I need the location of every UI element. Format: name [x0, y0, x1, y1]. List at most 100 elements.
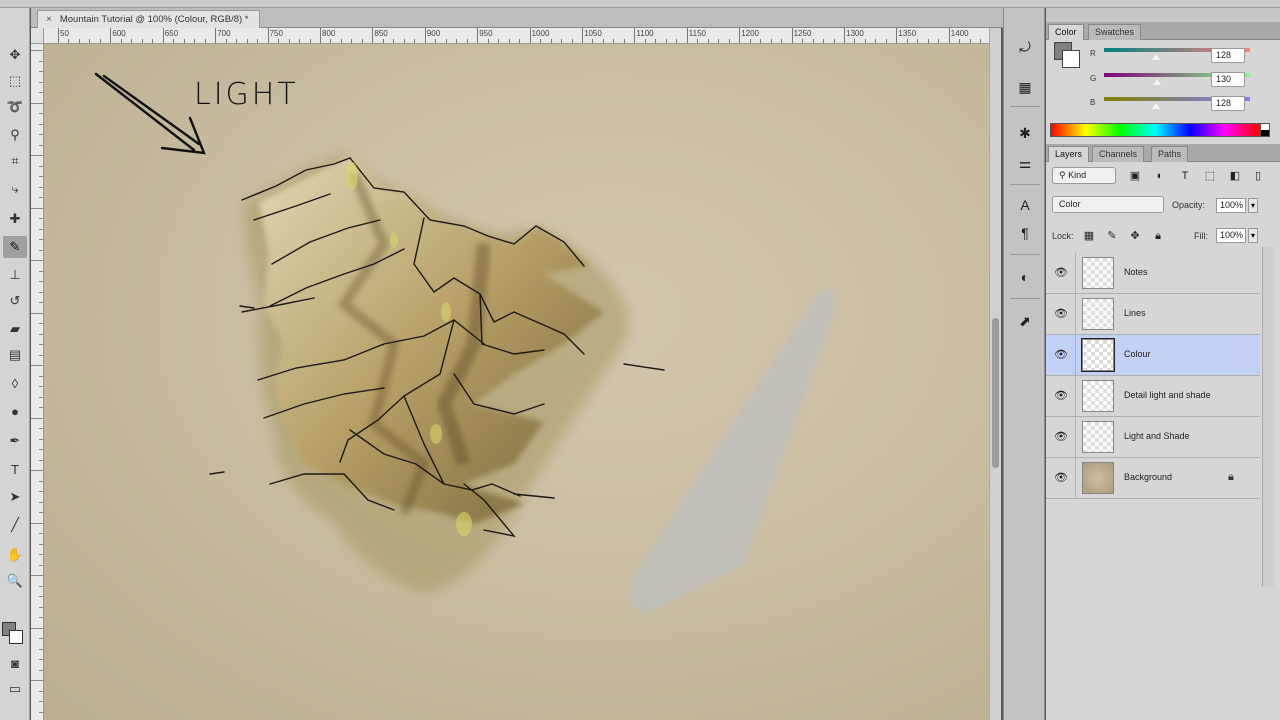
blue-label: B — [1090, 98, 1096, 107]
pen-tool-icon[interactable]: ✒ — [3, 430, 27, 452]
layer-thumbnail[interactable] — [1082, 257, 1114, 289]
layer-row[interactable]: 👁︎ Detail light and shade — [1046, 376, 1260, 417]
healing-brush-tool-icon[interactable]: ✚ — [3, 208, 27, 230]
crop-tool-icon[interactable]: ⌗ — [3, 150, 27, 172]
swatches-dock-icon[interactable]: ▦ — [1013, 76, 1037, 98]
scrollbar-thumb[interactable] — [992, 318, 999, 468]
layers-scrollbar[interactable] — [1262, 247, 1274, 587]
visibility-eye-icon[interactable]: 👁︎ — [1054, 389, 1068, 403]
visibility-column-divider — [1075, 253, 1076, 294]
layer-row[interactable]: 👁︎ Light and Shade — [1046, 417, 1260, 458]
color-panel-background[interactable] — [1062, 50, 1080, 68]
screen-mode-icon[interactable]: ▭ — [3, 678, 27, 700]
red-value-field[interactable]: 128 — [1211, 48, 1245, 63]
layer-name[interactable]: Detail light and shade — [1124, 390, 1211, 400]
tab-swatches[interactable]: Swatches — [1088, 24, 1142, 40]
blue-slider-thumb[interactable] — [1152, 103, 1160, 109]
tab-layers[interactable]: Layers — [1048, 146, 1090, 162]
lock-transparency-icon[interactable]: ▦ — [1082, 229, 1096, 243]
layer-name[interactable]: Lines — [1124, 308, 1146, 318]
layer-thumbnail[interactable] — [1082, 380, 1114, 412]
ruler-tick — [31, 207, 43, 209]
fill-dropdown-icon[interactable]: ▾ — [1248, 228, 1258, 243]
styles-icon[interactable]: ◐ — [1013, 266, 1037, 288]
eraser-tool-icon[interactable]: ▰ — [3, 318, 27, 340]
gradient-tool-icon[interactable]: ▤ — [3, 344, 27, 366]
green-value-field[interactable]: 130 — [1211, 72, 1245, 87]
opacity-field[interactable]: 100% — [1216, 198, 1246, 213]
opacity-dropdown-icon[interactable]: ▾ — [1248, 198, 1258, 213]
visibility-eye-icon[interactable]: 👁︎ — [1054, 348, 1068, 362]
smart-object-filter-icon[interactable]: ◧ — [1228, 169, 1242, 183]
document-canvas[interactable]: LIGHT — [44, 44, 989, 720]
layer-row[interactable]: 👁︎ Notes — [1046, 253, 1260, 294]
paragraph-panel-icon[interactable]: ¶ — [1013, 222, 1037, 244]
move-tool-icon[interactable]: ✥ — [3, 44, 27, 66]
lock-position-icon[interactable]: ✥ — [1128, 229, 1142, 243]
color-spectrum-ramp[interactable] — [1050, 123, 1260, 137]
shape-filter-icon[interactable]: ⬚ — [1203, 169, 1217, 183]
layer-name[interactable]: Colour — [1124, 349, 1151, 359]
black-white-ramp[interactable] — [1260, 123, 1270, 137]
visibility-eye-icon[interactable]: 👁︎ — [1054, 266, 1068, 280]
document-tab[interactable]: × Mountain Tutorial @ 100% (Colour, RGB/… — [37, 10, 260, 28]
adjustments-icon[interactable]: ⚌ — [1013, 152, 1037, 174]
type-tool-icon[interactable]: T — [3, 458, 27, 480]
brush-presets-icon[interactable]: ✱ — [1013, 122, 1037, 144]
quick-mask-icon[interactable]: ◙ — [3, 652, 27, 674]
blue-value-field[interactable]: 128 — [1211, 96, 1245, 111]
tab-channels[interactable]: Channels — [1092, 146, 1145, 162]
horizontal-ruler[interactable]: 50 600 650 700 750 800 850 900 950 1000 1050 1100 11… — [44, 28, 989, 44]
ruler-tick — [31, 365, 43, 366]
green-slider-thumb[interactable] — [1153, 79, 1161, 85]
background-color-swatch[interactable] — [9, 630, 23, 644]
ruler-origin[interactable] — [31, 28, 44, 44]
tab-color[interactable]: Color — [1048, 24, 1084, 40]
visibility-eye-icon[interactable]: 👁︎ — [1054, 307, 1068, 321]
filter-toggle-icon[interactable]: ▯ — [1251, 169, 1265, 183]
vertical-ruler[interactable] — [31, 44, 44, 720]
type-filter-icon[interactable]: T — [1178, 169, 1192, 183]
history-panel-icon[interactable]: ⤾ — [1013, 36, 1037, 58]
visibility-eye-icon[interactable]: 👁︎ — [1054, 471, 1068, 485]
hand-tool-icon[interactable]: ✋ — [3, 544, 27, 566]
character-panel-icon[interactable]: A — [1013, 194, 1037, 216]
layer-thumbnail[interactable] — [1082, 421, 1114, 453]
red-label: R — [1090, 49, 1096, 58]
dodge-tool-icon[interactable]: ● — [3, 400, 27, 422]
clone-stamp-tool-icon[interactable]: ⊥ — [3, 264, 27, 286]
layer-row[interactable]: 👁︎ Background 🔒︎ — [1046, 458, 1260, 499]
layer-name[interactable]: Light and Shade — [1124, 431, 1190, 441]
layer-name[interactable]: Notes — [1124, 267, 1148, 277]
ruler-tick — [31, 680, 43, 681]
pixel-filter-icon[interactable]: ▣ — [1128, 169, 1142, 183]
layer-thumbnail[interactable] — [1082, 462, 1114, 494]
navigator-icon[interactable]: ⬈ — [1013, 310, 1037, 332]
adjustment-filter-icon[interactable]: ◐ — [1153, 169, 1167, 183]
fill-field[interactable]: 100% — [1216, 228, 1246, 243]
red-slider-thumb[interactable] — [1152, 54, 1160, 60]
layer-thumbnail[interactable] — [1082, 298, 1114, 330]
vertical-scrollbar[interactable] — [989, 28, 1001, 720]
layer-row[interactable]: 👁︎ Colour — [1046, 335, 1260, 376]
layer-thumbnail[interactable] — [1081, 338, 1115, 372]
history-brush-tool-icon[interactable]: ↺ — [3, 290, 27, 312]
lock-all-icon[interactable]: 🔒︎ — [1151, 229, 1165, 243]
quick-select-tool-icon[interactable]: ⚲ — [3, 124, 27, 146]
eyedropper-tool-icon[interactable]: ⤷ — [3, 178, 27, 200]
marquee-tool-icon[interactable]: ⬚ — [3, 70, 27, 92]
blend-mode-select[interactable]: Color — [1052, 196, 1164, 213]
layer-filter-kind[interactable]: ⚲ Kind — [1052, 167, 1116, 184]
path-select-tool-icon[interactable]: ➤ — [3, 486, 27, 508]
visibility-eye-icon[interactable]: 👁︎ — [1054, 430, 1068, 444]
lasso-tool-icon[interactable]: ➰ — [3, 96, 27, 118]
lock-pixels-icon[interactable]: ✎ — [1105, 229, 1119, 243]
layer-name[interactable]: Background — [1124, 472, 1172, 482]
close-tab-icon[interactable]: × — [46, 11, 52, 28]
layer-row[interactable]: 👁︎ Lines — [1046, 294, 1260, 335]
tab-paths[interactable]: Paths — [1151, 146, 1189, 162]
blur-tool-icon[interactable]: ◊ — [3, 372, 27, 394]
brush-tool-icon[interactable]: ✎ — [3, 236, 27, 258]
zoom-tool-icon[interactable]: 🔍 — [3, 570, 27, 592]
line-tool-icon[interactable]: ╱ — [3, 514, 27, 536]
